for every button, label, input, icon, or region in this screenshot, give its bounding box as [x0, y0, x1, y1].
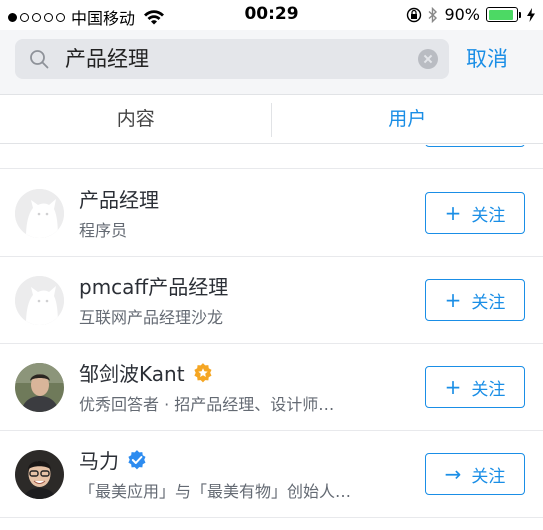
follow-button[interactable]: + 关注	[425, 366, 525, 408]
list-item[interactable]: 邹剑波Kant 优秀回答者 · 招产品经理、设计师… + 关注	[0, 344, 543, 431]
user-name[interactable]: pmcaff产品经理	[79, 271, 228, 300]
follow-label: 关注	[471, 466, 506, 487]
user-list: 产品经理 程序员 + 关注 pmcaff产品经理 互联网产品经理沙龙 + 关注	[0, 145, 543, 530]
follow-button[interactable]: + 关注	[425, 279, 525, 321]
default-avatar-icon	[15, 276, 64, 325]
blue-check-badge-icon	[128, 449, 146, 469]
bluetooth-icon	[428, 6, 438, 23]
list-item-partial	[0, 145, 543, 169]
list-item[interactable]: 产品经理 程序员 + 关注	[0, 170, 543, 257]
status-bar: 中国移动 00:29 90%	[0, 0, 543, 30]
avatar[interactable]	[15, 450, 64, 499]
list-item[interactable]: pmcaff产品经理 互联网产品经理沙龙 + 关注	[0, 257, 543, 344]
user-photo-icon	[15, 363, 64, 412]
user-subtitle: 互联网产品经理沙龙	[79, 308, 224, 327]
cancel-button[interactable]: 取消	[466, 39, 508, 79]
follow-label: 关注	[471, 379, 506, 400]
user-subtitle: 优秀回答者 · 招产品经理、设计师…	[79, 395, 335, 414]
search-input[interactable]: 产品经理	[65, 39, 149, 79]
tab-users[interactable]: 用户	[272, 95, 543, 143]
user-name[interactable]: 产品经理	[79, 184, 159, 213]
search-field[interactable]: 产品经理	[15, 39, 449, 79]
follow-label: 关注	[471, 205, 506, 226]
avatar[interactable]	[15, 276, 64, 325]
avatar[interactable]	[15, 363, 64, 412]
user-name[interactable]: 马力	[79, 445, 119, 474]
tab-content[interactable]: 内容	[0, 95, 272, 143]
search-bar: 产品经理 取消	[0, 30, 543, 94]
avatar[interactable]	[15, 189, 64, 238]
plus-icon: +	[444, 375, 462, 399]
plus-icon: +	[444, 288, 462, 312]
user-name[interactable]: 邹剑波Kant	[79, 358, 185, 387]
battery-percent: 90%	[444, 5, 480, 24]
list-item[interactable]: 马力 「最美应用」与「最美有物」创始人… → 关注	[0, 431, 543, 518]
charging-icon	[527, 7, 535, 22]
default-avatar-icon	[15, 189, 64, 238]
orange-star-badge-icon	[193, 362, 212, 382]
orientation-lock-icon	[407, 7, 422, 22]
plus-icon: +	[444, 201, 462, 225]
user-subtitle: 程序员	[79, 221, 128, 240]
follow-label: 关注	[471, 292, 506, 313]
name-line: pmcaff产品经理	[79, 271, 228, 300]
status-right: 90%	[406, 5, 535, 24]
user-photo-icon	[15, 450, 64, 499]
clear-icon[interactable]	[418, 49, 438, 69]
user-subtitle: 「最美应用」与「最美有物」创始人…	[79, 482, 352, 501]
follow-button-partial[interactable]	[425, 145, 525, 147]
name-line: 邹剑波Kant	[79, 358, 213, 387]
tab-bar: 内容 用户	[0, 94, 543, 144]
follow-button[interactable]: → 关注	[425, 453, 525, 495]
arrow-right-icon: →	[444, 462, 462, 486]
search-icon	[30, 50, 49, 69]
battery-icon	[486, 7, 521, 22]
tab-divider	[271, 103, 272, 137]
follow-button[interactable]: + 关注	[425, 192, 525, 234]
name-line: 产品经理	[79, 184, 159, 213]
name-line: 马力	[79, 445, 147, 474]
